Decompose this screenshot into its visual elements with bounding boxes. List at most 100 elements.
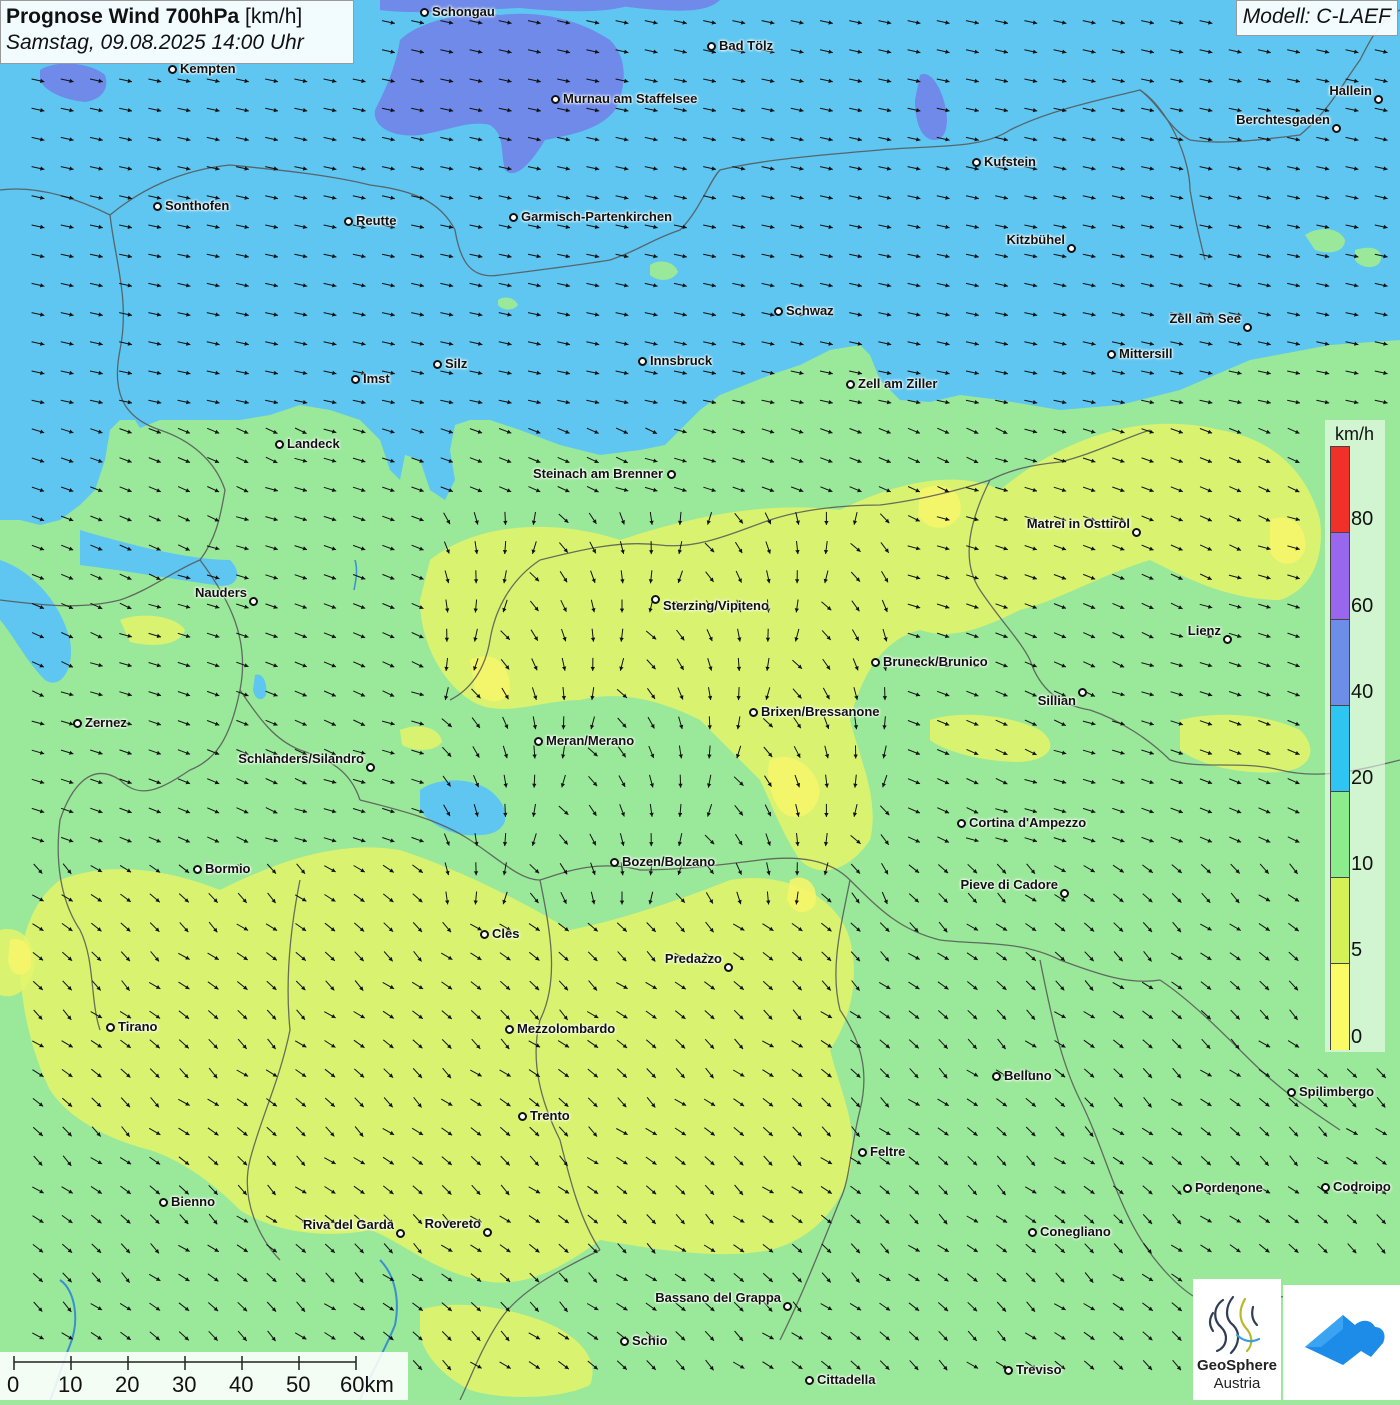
city-dot xyxy=(1321,1183,1330,1192)
city-dot xyxy=(366,763,375,772)
forecast-date: Samstag, 09.08.2025 14:00 Uhr xyxy=(6,31,348,55)
city-dot xyxy=(805,1376,814,1385)
city-label: Murnau am Staffelsee xyxy=(563,91,697,106)
scale-label: 60km xyxy=(340,1372,394,1398)
wind-zone-0-5 xyxy=(918,486,961,528)
city-label: Silz xyxy=(445,356,467,371)
scale-label: 20 xyxy=(115,1372,139,1398)
city-label: Trento xyxy=(530,1108,570,1123)
city-label: Codroipo xyxy=(1333,1179,1391,1194)
city-dot xyxy=(992,1072,1001,1081)
legend-band-5 xyxy=(1331,878,1349,964)
city-label: Brixen/Bressanone xyxy=(761,704,880,719)
city-dot xyxy=(620,1337,629,1346)
scale-label: 10 xyxy=(58,1372,82,1398)
city-dot xyxy=(1067,244,1076,253)
city-label: Mittersill xyxy=(1119,346,1172,361)
city-label: Steinach am Brenner xyxy=(533,466,663,481)
city-dot xyxy=(275,440,284,449)
city-dot xyxy=(774,307,783,316)
city-dot xyxy=(193,865,202,874)
legend-colorbar xyxy=(1330,446,1350,1050)
scale-label: 40 xyxy=(229,1372,253,1398)
legend-title: km/h xyxy=(1335,424,1374,445)
city-label: Pordenone xyxy=(1195,1180,1263,1195)
city-dot xyxy=(351,375,360,384)
city-dot xyxy=(249,597,258,606)
city-dot xyxy=(707,42,716,51)
legend-band-80 xyxy=(1331,447,1349,533)
city-label: Berchtesgaden xyxy=(1236,112,1330,127)
city-label: Schio xyxy=(632,1333,667,1348)
legend-band-40 xyxy=(1331,620,1349,706)
geosphere-logo[interactable]: GeoSphere Austria xyxy=(1193,1279,1281,1400)
city-dot xyxy=(1374,95,1383,104)
city-dot xyxy=(1107,350,1116,359)
legend-label: 40 xyxy=(1351,681,1373,704)
city-label: Predazzo xyxy=(665,951,722,966)
city-dot xyxy=(610,858,619,867)
city-dot xyxy=(749,708,758,717)
cloud-arrow-icon xyxy=(1283,1285,1400,1400)
city-label: Treviso xyxy=(1016,1362,1062,1377)
model-label: Modell: C-LAEF xyxy=(1236,0,1398,36)
city-dot xyxy=(420,8,429,17)
title-box: Prognose Wind 700hPa [km/h] Samstag, 09.… xyxy=(0,0,354,64)
legend-label: 5 xyxy=(1351,939,1362,962)
city-dot xyxy=(1287,1088,1296,1097)
city-dot xyxy=(1028,1228,1037,1237)
city-dot xyxy=(159,1198,168,1207)
scale-label: 50 xyxy=(286,1372,310,1398)
city-label: Imst xyxy=(363,371,390,386)
city-dot xyxy=(106,1023,115,1032)
app-logo[interactable] xyxy=(1283,1285,1400,1400)
city-dot xyxy=(73,719,82,728)
scale-bar: 0 10 20 30 40 50 60km xyxy=(0,1352,408,1400)
city-dot xyxy=(1223,635,1232,644)
city-label: Zell am See xyxy=(1169,311,1241,326)
legend-label: 80 xyxy=(1351,508,1373,531)
city-dot xyxy=(518,1112,527,1121)
city-dot xyxy=(433,360,442,369)
city-label: Zell am Ziller xyxy=(858,376,937,391)
city-label: Rovereto xyxy=(425,1216,481,1231)
city-label: Garmisch-Partenkirchen xyxy=(521,209,672,224)
city-label: Meran/Merano xyxy=(546,733,634,748)
city-dot xyxy=(638,357,647,366)
legend-band-0 xyxy=(1331,964,1349,1050)
city-label: Schlanders/Silandro xyxy=(238,751,364,766)
city-label: Kufstein xyxy=(984,154,1036,169)
city-label: Kempten xyxy=(180,61,236,76)
city-label: Innsbruck xyxy=(650,353,712,368)
city-label: Sterzing/Vipiteno xyxy=(663,598,769,613)
city-label: Hallein xyxy=(1329,83,1372,98)
city-label: Matrei in Osttirol xyxy=(1027,516,1130,531)
geosphere-mark-icon xyxy=(1193,1285,1281,1361)
legend-band-10 xyxy=(1331,792,1349,878)
city-label: Bad Tölz xyxy=(719,38,773,53)
city-label: Schongau xyxy=(432,4,495,19)
city-dot xyxy=(846,380,855,389)
city-label: Mezzolombardo xyxy=(517,1021,615,1036)
city-label: Bozen/Bolzano xyxy=(622,854,715,869)
city-dot xyxy=(783,1302,792,1311)
city-dot xyxy=(1078,688,1087,697)
city-label: Zernez xyxy=(85,715,127,730)
city-dot xyxy=(1243,323,1252,332)
city-label: Landeck xyxy=(287,436,340,451)
city-label: Spilimbergo xyxy=(1299,1084,1374,1099)
title-text: Prognose Wind 700hPa xyxy=(6,5,239,28)
city-label: Conegliano xyxy=(1040,1224,1111,1239)
city-dot xyxy=(344,217,353,226)
city-label: Cortina d'Ampezzo xyxy=(969,815,1086,830)
city-dot xyxy=(957,819,966,828)
city-label: Schwaz xyxy=(786,303,834,318)
logo-text-line1: GeoSphere xyxy=(1193,1357,1281,1374)
logo-text-line2: Austria xyxy=(1193,1375,1281,1392)
city-label: Cles xyxy=(492,926,519,941)
city-dot xyxy=(153,202,162,211)
city-label: Sonthofen xyxy=(165,198,229,213)
city-dot xyxy=(396,1229,405,1238)
city-dot xyxy=(509,213,518,222)
legend-label: 20 xyxy=(1351,767,1373,790)
